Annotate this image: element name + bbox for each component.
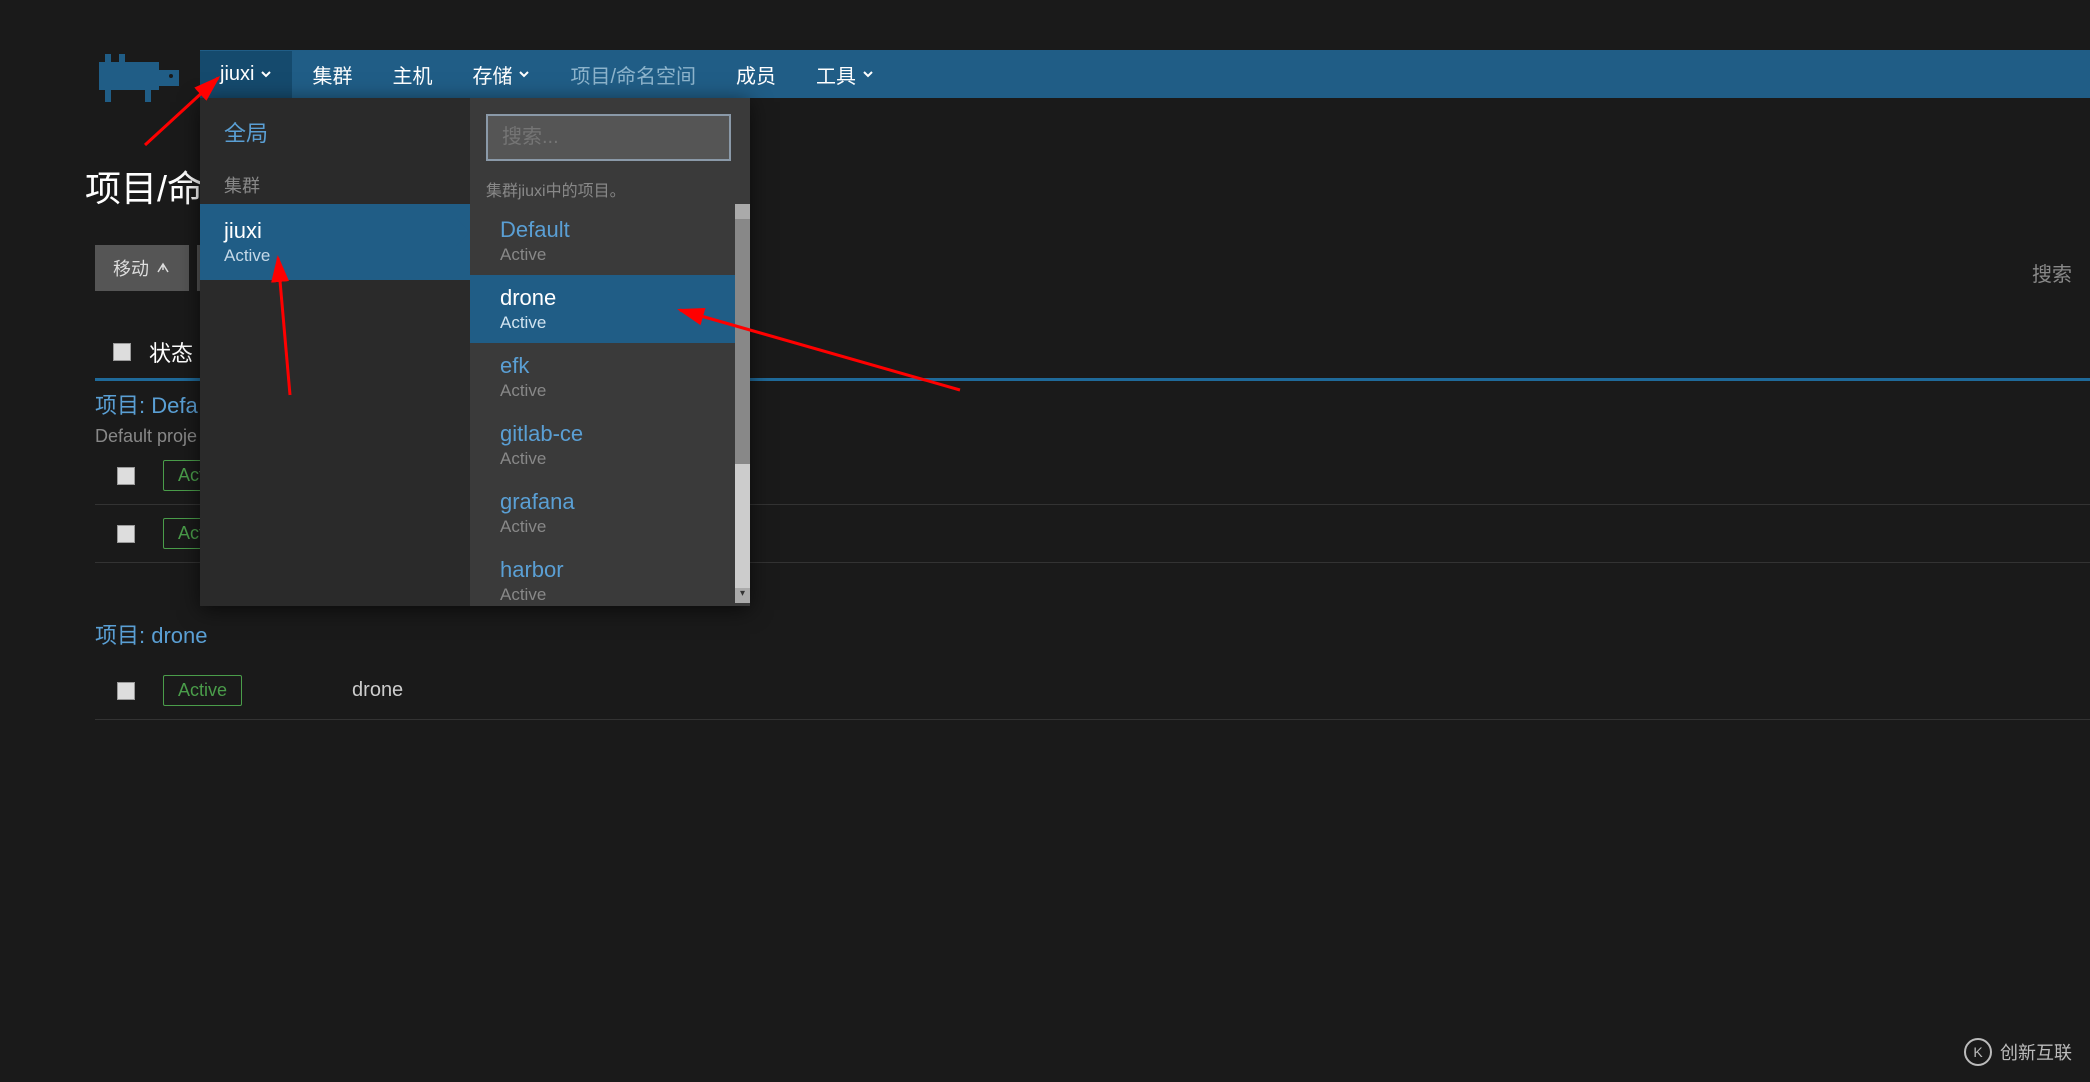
project-item-grafana[interactable]: grafana Active xyxy=(470,479,750,547)
dropdown-left-pane: 全局 集群 jiuxi Active xyxy=(200,98,470,606)
row-checkbox[interactable] xyxy=(117,467,135,485)
dropdown-right-pane: 集群jiuxi中的项目。 Default Active drone Active… xyxy=(470,98,750,606)
select-all-checkbox[interactable] xyxy=(113,343,131,361)
scrollbar-thumb[interactable] xyxy=(735,204,750,464)
project-item-default[interactable]: Default Active xyxy=(470,207,750,275)
project-item-drone[interactable]: drone Active xyxy=(470,275,750,343)
cluster-selector-label: jiuxi xyxy=(220,63,254,86)
project-item-efk[interactable]: efk Active xyxy=(470,343,750,411)
scrollbar[interactable] xyxy=(735,204,750,600)
status-column[interactable]: 状态 xyxy=(149,336,193,368)
cluster-dropdown: 全局 集群 jiuxi Active 集群jiuxi中的项目。 Default … xyxy=(200,98,750,606)
dropdown-note: 集群jiuxi中的项目。 xyxy=(470,177,750,207)
nav-tools[interactable]: 工具 xyxy=(796,48,894,101)
cluster-item-jiuxi[interactable]: jiuxi Active xyxy=(200,204,470,280)
row-checkbox[interactable] xyxy=(117,682,135,700)
cluster-selector[interactable]: jiuxi xyxy=(200,51,292,98)
project-section-drone: 项目: drone Active drone xyxy=(95,618,2090,720)
cluster-status: Active xyxy=(224,246,446,266)
watermark-text: 创新互联 xyxy=(2000,1039,2072,1065)
chevron-down-icon xyxy=(862,68,874,80)
project-item-harbor[interactable]: harbor Active xyxy=(470,547,750,606)
project-item-gitlab-ce[interactable]: gitlab-ce Active xyxy=(470,411,750,479)
rancher-logo-icon[interactable] xyxy=(95,50,185,106)
cluster-name: jiuxi xyxy=(224,218,446,244)
nav-storage[interactable]: 存储 xyxy=(452,48,550,101)
global-link[interactable]: 全局 xyxy=(200,98,470,166)
nav-cluster[interactable]: 集群 xyxy=(292,48,372,101)
top-nav: jiuxi 集群 主机 存储 项目/命名空间 成员 工具 xyxy=(200,50,2090,98)
scrollbar-down-icon[interactable]: ▾ xyxy=(735,588,750,603)
status-badge: Active xyxy=(163,675,242,706)
chevron-down-icon xyxy=(260,68,272,80)
action-bar: 移动 xyxy=(95,245,207,291)
move-icon xyxy=(155,260,171,276)
chevron-down-icon xyxy=(518,68,530,80)
row-name: drone xyxy=(352,679,403,702)
project-title[interactable]: 项目: drone xyxy=(95,618,2090,650)
nav-project-ns[interactable]: 项目/命名空间 xyxy=(550,48,716,101)
row-checkbox[interactable] xyxy=(117,525,135,543)
move-button[interactable]: 移动 xyxy=(95,245,189,291)
dropdown-search-input[interactable] xyxy=(486,114,731,161)
project-list: Default Active drone Active efk Active g… xyxy=(470,207,750,606)
scrollbar-up-icon[interactable] xyxy=(735,204,750,219)
table-row[interactable]: Active drone xyxy=(95,662,2090,720)
nav-members[interactable]: 成员 xyxy=(716,48,796,101)
cluster-section-label: 集群 xyxy=(200,166,470,204)
watermark: K 创新互联 xyxy=(1964,1038,2072,1066)
nav-host[interactable]: 主机 xyxy=(372,48,452,101)
search-label[interactable]: 搜索 xyxy=(2014,248,2090,297)
watermark-icon: K xyxy=(1964,1038,1992,1066)
